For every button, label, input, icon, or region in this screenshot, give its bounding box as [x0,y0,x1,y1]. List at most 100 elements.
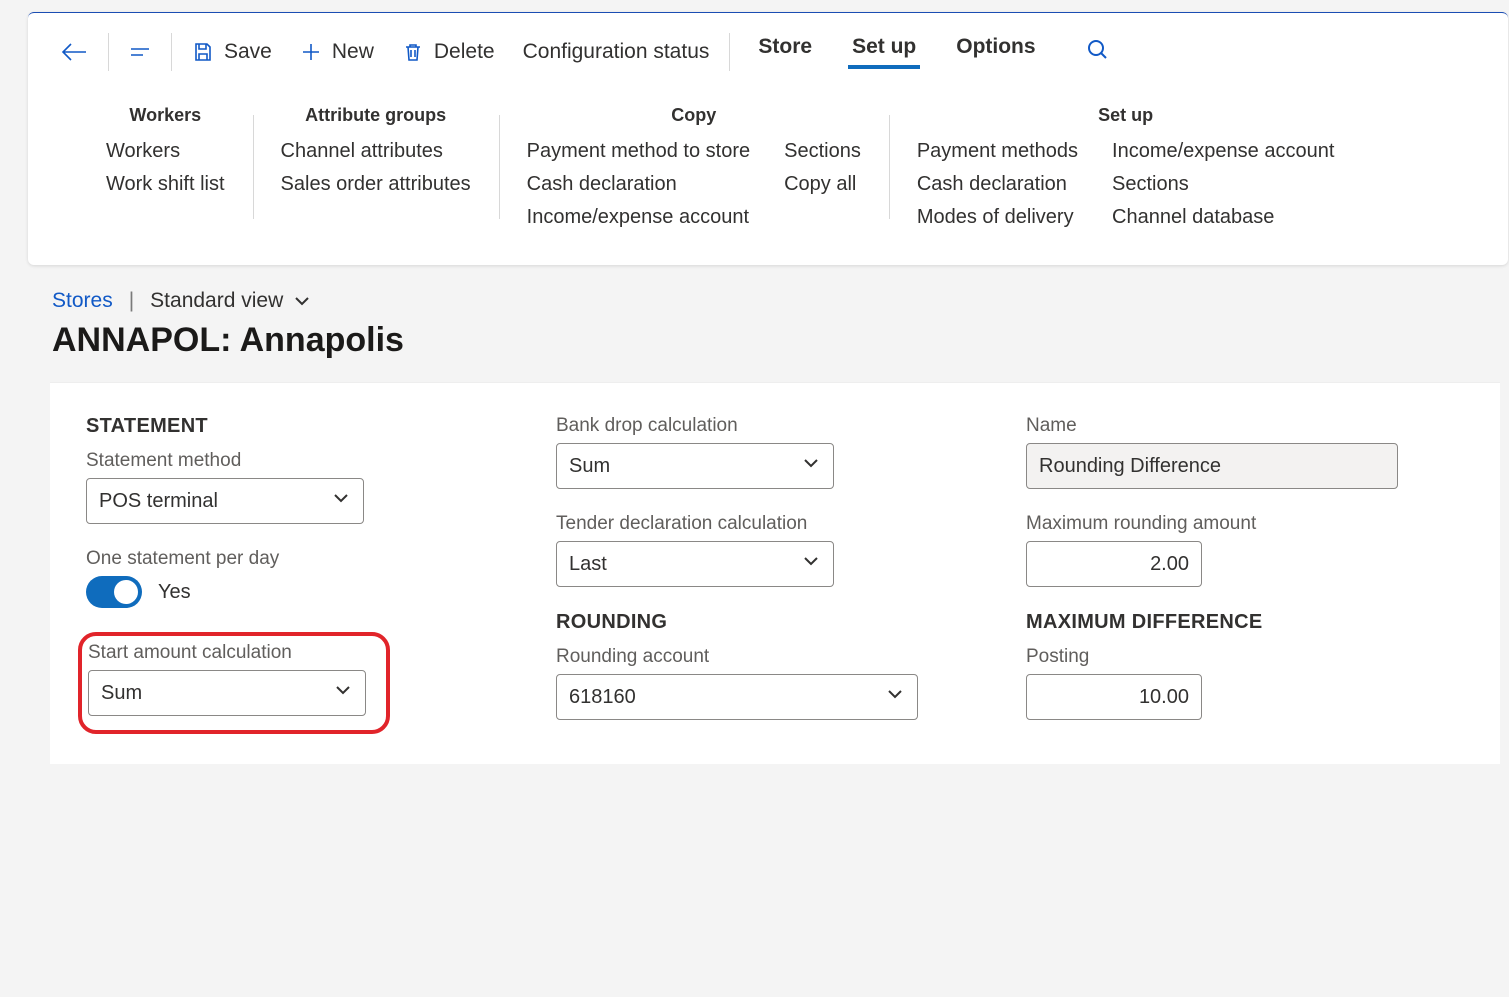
page-header: Stores | Standard view ANNAPOL: Annapoli… [0,265,1509,360]
breadcrumb: Stores | Standard view [52,289,1509,313]
ribbon-link-channel-attr[interactable]: Channel attributes [281,140,471,163]
form-area: STATEMENT Statement method POS terminal … [50,382,1500,764]
config-status-label: Configuration status [523,40,710,64]
field-one-per-day: One statement per day Yes [86,548,524,608]
search-button[interactable] [1076,30,1120,75]
ribbon: Workers Workers Work shift list Attribut… [28,77,1508,265]
chevron-down-icon [331,488,351,514]
field-tender-decl: Tender declaration calculation Last [556,513,994,587]
field-posting: Posting 10.00 [1026,646,1464,720]
ribbon-link-cash-decl-copy[interactable]: Cash declaration [527,173,750,196]
chevron-down-icon [333,680,353,706]
arrow-left-icon [60,41,88,63]
plus-icon [300,41,322,63]
chevron-down-icon [801,453,821,479]
save-icon [192,41,214,63]
ribbon-title-copy: Copy [527,105,861,126]
posting-input[interactable]: 10.00 [1026,674,1202,720]
rounding-account-select[interactable]: 618160 [556,674,918,720]
ribbon-group-copy: Copy Payment method to store Cash declar… [499,105,889,229]
heading-rounding: ROUNDING [556,611,994,634]
field-rounding-account: Rounding account 618160 [556,646,994,720]
command-bar-card: Save New Delete Configuration status Sto… [28,12,1508,265]
breadcrumb-sep: | [129,289,134,313]
delete-button[interactable]: Delete [388,32,509,72]
lines-icon [129,41,151,63]
start-amount-value: Sum [101,682,142,705]
field-name: Name Rounding Difference [1026,415,1464,489]
one-per-day-value: Yes [158,581,191,604]
field-bank-drop: Bank drop calculation Sum [556,415,994,489]
separator [171,33,172,71]
field-start-amount: Start amount calculation Sum [88,642,374,716]
view-label: Standard view [150,289,283,313]
tender-decl-value: Last [569,553,607,576]
label-statement-method: Statement method [86,450,524,472]
label-start-amount: Start amount calculation [88,642,374,664]
posting-value: 10.00 [1139,686,1189,709]
ribbon-link-work-shift-list[interactable]: Work shift list [106,173,225,196]
label-posting: Posting [1026,646,1464,668]
ribbon-group-workers: Workers Workers Work shift list [78,105,253,229]
search-icon [1086,38,1110,62]
chevron-down-icon [801,551,821,577]
ribbon-link-cash-decl-setup[interactable]: Cash declaration [917,173,1078,196]
tab-options[interactable]: Options [952,27,1039,77]
one-per-day-toggle[interactable] [86,576,142,608]
ribbon-group-setup: Set up Payment methods Cash declaration … [889,105,1363,229]
col-middle: Bank drop calculation Sum Tender declara… [540,415,1010,744]
config-status-button[interactable]: Configuration status [509,32,724,72]
ribbon-link-workers[interactable]: Workers [106,140,225,163]
ribbon-link-payment-methods[interactable]: Payment methods [917,140,1078,163]
chevron-down-icon [885,684,905,710]
label-rounding-account: Rounding account [556,646,994,668]
ribbon-title-attr: Attribute groups [281,105,471,126]
page-title: ANNAPOL: Annapolis [52,321,1509,360]
label-name: Name [1026,415,1464,437]
rounding-account-value: 618160 [569,686,636,709]
toolbar: Save New Delete Configuration status Sto… [28,13,1508,77]
label-bank-drop: Bank drop calculation [556,415,994,437]
bank-drop-value: Sum [569,455,610,478]
field-statement-method: Statement method POS terminal [86,450,524,524]
ribbon-title-workers: Workers [106,105,225,126]
ribbon-link-sales-order-attr[interactable]: Sales order attributes [281,173,471,196]
ribbon-link-income-expense-copy[interactable]: Income/expense account [527,206,750,229]
save-label: Save [224,40,272,64]
chevron-down-icon [293,292,311,310]
view-selector[interactable]: Standard view [150,289,311,313]
trash-icon [402,41,424,63]
edit-mode-button[interactable] [115,33,165,71]
name-input[interactable]: Rounding Difference [1026,443,1398,489]
max-rounding-input[interactable]: 2.00 [1026,541,1202,587]
label-one-per-day: One statement per day [86,548,524,570]
tender-decl-select[interactable]: Last [556,541,834,587]
label-max-rounding: Maximum rounding amount [1026,513,1464,535]
ribbon-link-pmt-to-store[interactable]: Payment method to store [527,140,750,163]
breadcrumb-stores[interactable]: Stores [52,289,113,313]
ribbon-link-sections-setup[interactable]: Sections [1112,173,1334,196]
bank-drop-select[interactable]: Sum [556,443,834,489]
tab-store[interactable]: Store [754,27,816,77]
statement-method-value: POS terminal [99,490,218,513]
new-button[interactable]: New [286,32,388,72]
save-button[interactable]: Save [178,32,286,72]
heading-maxdiff: MAXIMUM DIFFERENCE [1026,611,1464,634]
heading-statement: STATEMENT [86,415,524,438]
tab-setup[interactable]: Set up [848,27,920,77]
ribbon-link-channel-db[interactable]: Channel database [1112,206,1334,229]
back-button[interactable] [46,33,102,71]
start-amount-select[interactable]: Sum [88,670,366,716]
ribbon-link-copy-all[interactable]: Copy all [784,173,861,196]
new-label: New [332,40,374,64]
ribbon-link-sections-copy[interactable]: Sections [784,140,861,163]
ribbon-group-attributes: Attribute groups Channel attributes Sale… [253,105,499,229]
col-statement: STATEMENT Statement method POS terminal … [70,415,540,744]
separator [729,33,730,71]
ribbon-link-income-expense-setup[interactable]: Income/expense account [1112,140,1334,163]
ribbon-link-modes-delivery[interactable]: Modes of delivery [917,206,1078,229]
col-right: Name Rounding Difference Maximum roundin… [1010,415,1480,744]
statement-method-select[interactable]: POS terminal [86,478,364,524]
delete-label: Delete [434,40,495,64]
ribbon-title-setup: Set up [917,105,1335,126]
